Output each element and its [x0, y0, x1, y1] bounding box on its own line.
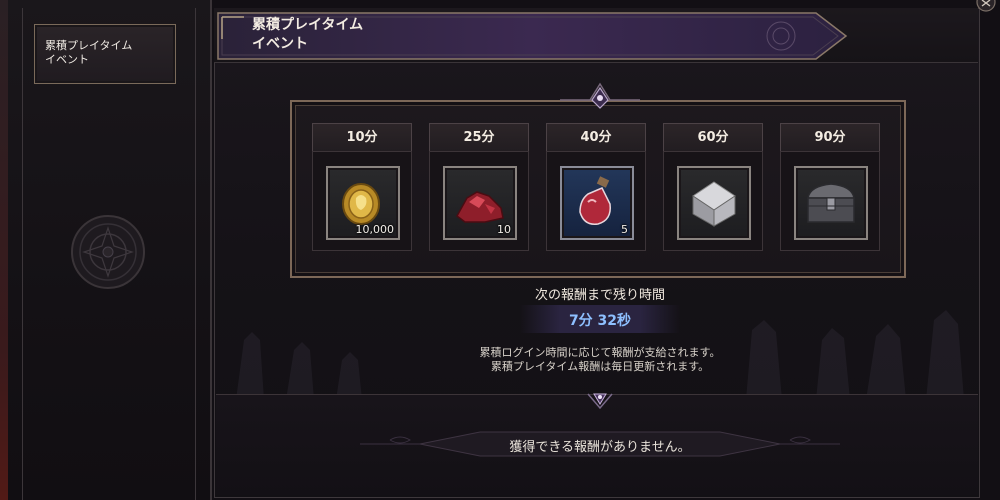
page-title: 累積プレイタイム イベント — [252, 17, 364, 52]
reward-slot-1[interactable]: 10分 10,000 — [312, 123, 412, 251]
gold-coin-icon: 10,000 — [326, 166, 400, 240]
crest-icon — [560, 82, 640, 109]
reward-slot-2[interactable]: 25分 10 — [429, 123, 529, 251]
chest-icon — [794, 166, 868, 240]
reward-slot-body: 5 — [546, 151, 646, 251]
reward-time-label: 40分 — [546, 123, 646, 152]
reward-slot-3[interactable]: 40分 5 — [546, 123, 646, 251]
sidebar-item-label: 累積プレイタイム イベント — [45, 39, 133, 66]
reward-time-label: 90分 — [780, 123, 880, 152]
reward-slot-body — [663, 151, 763, 251]
next-reward-label: 次の報酬まで残り時間 — [534, 288, 665, 303]
silver-cube-icon — [677, 166, 751, 240]
no-reward-message: 獲得できる報酬がありません。 — [509, 440, 691, 455]
reward-quantity: 10,000 — [355, 223, 395, 236]
reward-slot-body: 10,000 — [312, 151, 412, 251]
info-text: 累積ログイン時間に応じて報酬が支給されます。 累積プレイタイム報酬は毎日更新され… — [479, 346, 721, 373]
reward-slot-body: 10 — [429, 151, 529, 251]
crest-icon — [587, 393, 613, 410]
reward-slot-5[interactable]: 90分 — [780, 123, 880, 251]
sidebar-item-playtime-event[interactable]: 累積プレイタイム イベント — [34, 24, 176, 84]
reward-slot-body — [780, 151, 880, 251]
reward-time-label: 10分 — [312, 123, 412, 152]
emblem-icon — [71, 215, 145, 289]
red-ore-icon: 10 — [443, 166, 517, 240]
countdown-timer: 7分 32秒 — [568, 313, 632, 329]
potion-icon: 5 — [560, 166, 634, 240]
reward-time-label: 60分 — [663, 123, 763, 152]
reward-quantity: 5 — [621, 223, 628, 236]
reward-slot-4[interactable]: 60分 — [663, 123, 763, 251]
close-icon[interactable] — [972, 0, 1000, 14]
reward-quantity: 10 — [497, 223, 511, 236]
reward-time-label: 25分 — [429, 123, 529, 152]
